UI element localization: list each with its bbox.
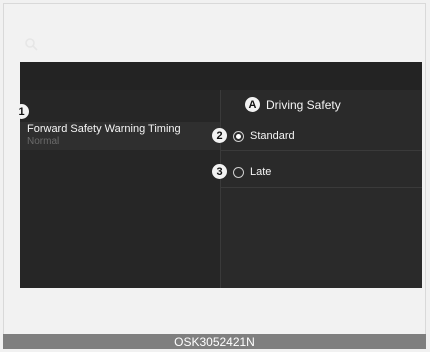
search-icon[interactable]: [24, 37, 40, 53]
radio-selected-icon[interactable]: [233, 130, 244, 142]
screen-top-bar: [20, 62, 422, 90]
callout-a: A: [245, 97, 260, 112]
option-standard-label: Standard: [250, 130, 295, 142]
figure-code: OSK3052421N: [174, 334, 255, 349]
option-late[interactable]: Late: [233, 162, 271, 182]
divider: [221, 150, 422, 151]
callout-2: 2: [212, 128, 227, 143]
settings-list-pane: [20, 90, 220, 288]
options-pane: [221, 90, 422, 288]
radio-unselected-icon[interactable]: [233, 166, 244, 178]
setting-name: Forward Safety Warning Timing: [27, 123, 181, 135]
option-late-label: Late: [250, 166, 272, 178]
divider: [221, 187, 422, 188]
callout-3: 3: [212, 164, 227, 179]
option-standard[interactable]: Standard: [233, 126, 295, 146]
figure-frame: 1 A 2 3 Driving Safety Forward Safety Wa…: [3, 3, 426, 349]
callout-1: 1: [14, 104, 29, 119]
figure-code-bar: OSK3052421N: [3, 334, 426, 349]
setting-value: Normal: [27, 136, 60, 147]
panel-title: Driving Safety: [266, 98, 341, 112]
